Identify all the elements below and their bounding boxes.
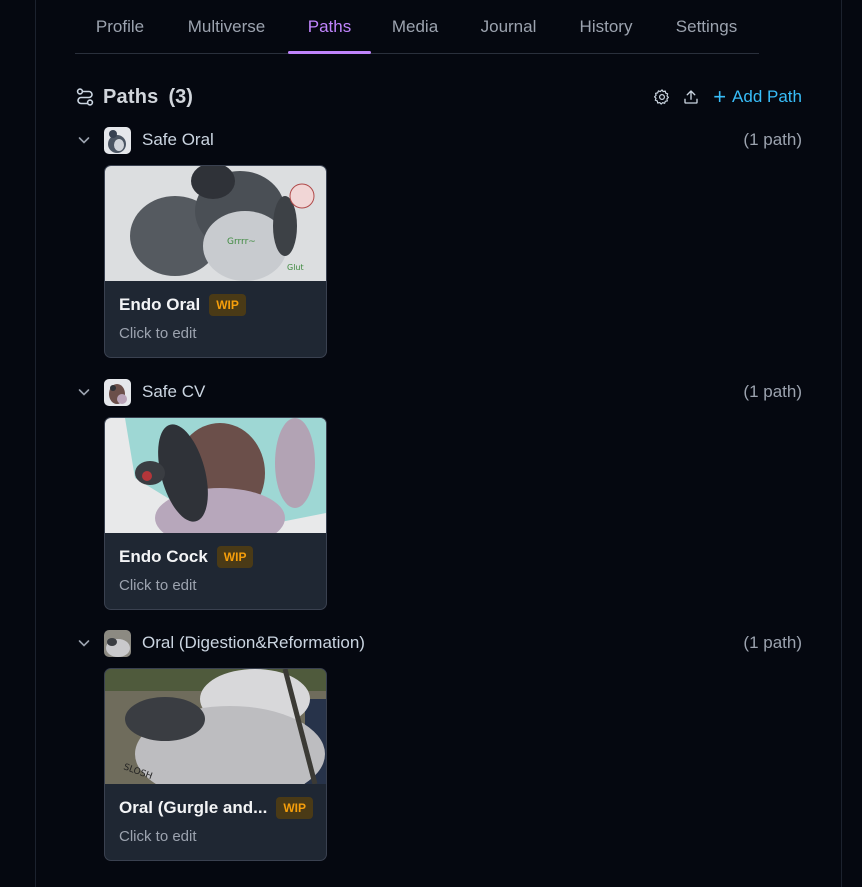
- card-subtitle: Click to edit: [119, 577, 197, 594]
- path-group-header[interactable]: Safe Oral (1 path): [75, 126, 802, 154]
- paths-count: (3): [168, 85, 193, 108]
- card-subtitle: Click to edit: [119, 325, 197, 342]
- chevron-down-icon[interactable]: [75, 634, 93, 652]
- frame-border-right: [841, 0, 842, 887]
- plus-icon: +: [713, 84, 727, 109]
- group-name: Safe CV: [142, 382, 206, 401]
- add-path-button[interactable]: + Add Path: [713, 86, 802, 108]
- tab-settings[interactable]: Settings: [654, 0, 759, 53]
- path-group-header[interactable]: Oral (Digestion&Reformation) (1 path): [75, 629, 802, 657]
- chevron-down-icon[interactable]: [75, 131, 93, 149]
- card-title: Endo Oral: [119, 295, 201, 314]
- svg-text:Glut: Glut: [287, 263, 304, 272]
- settings-button[interactable]: [652, 87, 672, 107]
- svg-text:Grrrr~: Grrrr~: [227, 237, 256, 247]
- group-name: Oral (Digestion&Reformation): [142, 633, 365, 652]
- tab-profile[interactable]: Profile: [75, 0, 165, 53]
- path-thumbnail: Grrrr~ Glut: [105, 166, 326, 281]
- card-title: Oral (Gurgle and...: [119, 798, 268, 817]
- group-count: (1 path): [743, 382, 802, 401]
- paths-header: Paths (3) + Add Path: [75, 84, 802, 110]
- tab-multiverse[interactable]: Multiverse: [165, 0, 288, 53]
- upload-icon: [684, 90, 698, 104]
- tab-history[interactable]: History: [558, 0, 654, 53]
- gear-icon: [654, 89, 670, 105]
- chevron-down-icon[interactable]: [75, 383, 93, 401]
- path-thumbnail: [105, 418, 326, 533]
- card-subtitle: Click to edit: [119, 828, 197, 845]
- avatar: [104, 378, 131, 406]
- avatar: [104, 126, 131, 154]
- path-group-header[interactable]: Safe CV (1 path): [75, 378, 802, 406]
- tab-paths[interactable]: Paths: [288, 0, 371, 54]
- group-name: Safe Oral: [142, 130, 214, 149]
- status-badge: WIP: [209, 294, 246, 316]
- path-card[interactable]: SLOSH Oral (Gurgle and... WIP Click to e…: [104, 668, 327, 861]
- path-card[interactable]: Endo Cock WIP Click to edit: [104, 417, 327, 610]
- status-badge: WIP: [276, 797, 313, 819]
- group-count: (1 path): [743, 633, 802, 652]
- add-path-label: Add Path: [732, 87, 802, 106]
- card-title: Endo Cock: [119, 547, 208, 566]
- avatar: [104, 629, 131, 657]
- export-button[interactable]: [681, 87, 701, 107]
- header-actions: + Add Path: [643, 86, 802, 108]
- status-badge: WIP: [216, 546, 254, 568]
- paths-icon: [76, 88, 94, 106]
- page-title: Paths: [103, 85, 159, 108]
- tab-media[interactable]: Media: [371, 0, 459, 53]
- path-thumbnail: SLOSH: [105, 669, 326, 784]
- frame-border-left: [35, 0, 36, 887]
- profile-tabs: Profile Multiverse Paths Media Journal H…: [75, 0, 759, 54]
- group-count: (1 path): [743, 130, 802, 149]
- tab-journal[interactable]: Journal: [459, 0, 558, 53]
- path-card[interactable]: Grrrr~ Glut Endo Oral WIP Click to edit: [104, 165, 327, 358]
